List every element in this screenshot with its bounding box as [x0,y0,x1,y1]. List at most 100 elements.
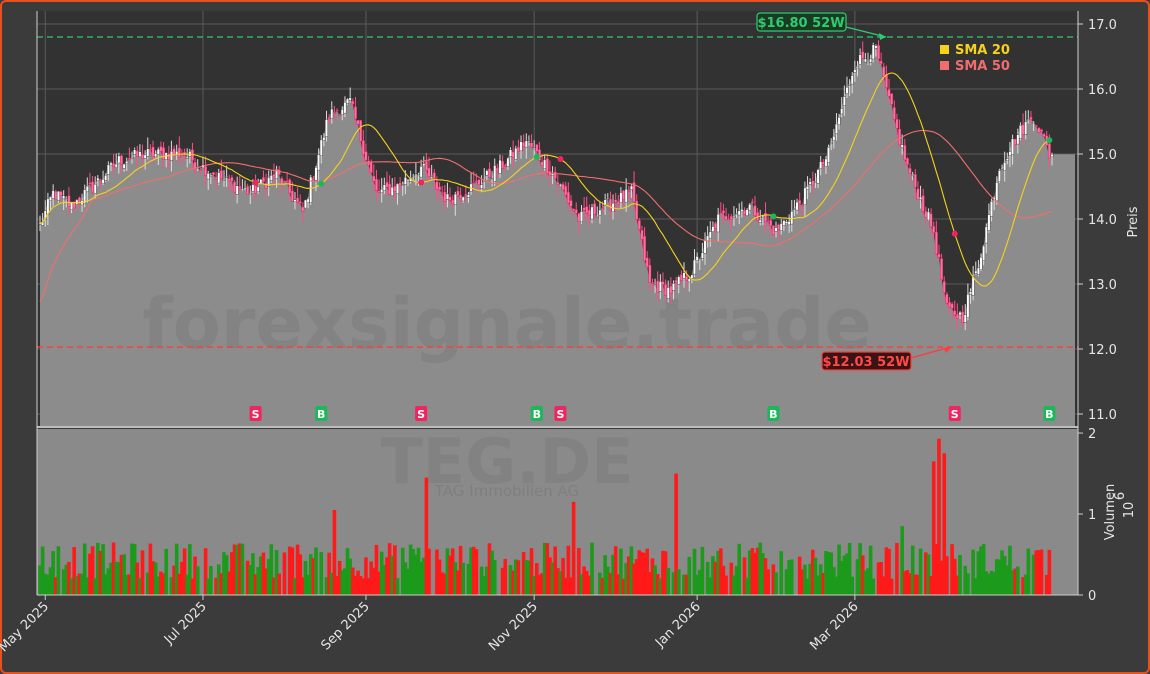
candle-body [572,208,576,212]
candle-body [375,178,378,191]
candle-body [85,185,89,193]
signal-label: S [417,408,425,421]
signal-marker [951,230,958,237]
candle-body [829,142,833,144]
candle-body [406,179,410,182]
candle-body [501,161,505,169]
candle-body [682,272,686,279]
candle-body [656,280,660,293]
signal-label: S [556,408,564,421]
candle-body [714,222,717,229]
candle-body [727,218,731,220]
volume-bar [945,556,949,595]
candle-body [222,179,226,181]
candle-body [49,196,52,201]
candle-body [861,51,865,59]
candle-body [488,168,491,178]
candle-body [811,180,815,186]
price-tick-label: 15.0 [1088,148,1117,163]
candle-body [824,158,828,167]
candle-body [616,201,620,205]
candle-body [448,196,452,201]
candle-body [435,181,439,190]
candle-body [1024,121,1028,135]
volume-bar [140,550,145,595]
signal-marker [557,155,564,162]
candle-body [495,167,499,172]
candle-body [840,108,844,115]
candle-body [559,184,562,187]
candle-body [698,258,702,260]
candle-body [687,278,691,283]
candle-body [984,226,988,244]
candle-body [530,142,533,148]
legend-label: SMA 20 [955,43,1010,58]
candle-body [114,163,118,168]
candle-body [127,157,131,160]
candle-body [304,199,307,209]
candle-body [674,280,678,283]
volume-bar [700,546,705,595]
candle-body [924,210,928,218]
candle-body [385,182,389,188]
signal-label: S [252,408,260,421]
candle-body [243,187,247,190]
candle-body [393,186,397,192]
volume-tick-label: 2 [1088,427,1096,442]
volume-bar [516,560,521,595]
volume-bar [571,501,576,595]
candle-body [377,190,381,193]
candle-body [159,146,163,152]
candle-body [485,170,489,176]
candle-body [88,182,92,185]
candle-body [280,178,284,185]
candle-body [369,162,373,173]
candle-body [517,146,520,152]
candle-body [57,191,60,201]
candle-body [566,191,570,204]
candle-body [750,201,754,204]
volume-bar [687,556,692,595]
volume-bar [779,551,784,595]
legend-label: SMA 50 [955,59,1010,74]
time-tick-label: Mar 2026 [807,599,861,653]
candle-body [382,184,386,191]
candle-body [390,186,394,196]
candle-body [117,155,121,164]
volume-bar [889,578,894,595]
candle-body [913,174,917,188]
candle-body [125,160,129,164]
volume-bar [676,569,681,595]
candle-body [167,153,171,161]
candle-body [109,162,113,166]
candle-body [269,175,273,181]
candle-body [679,274,683,281]
candle-body [214,177,218,180]
candle-body [346,98,349,104]
candle-body [62,195,66,200]
candle-body [648,264,652,283]
candle-body [524,140,528,148]
candle-body [1013,138,1017,145]
candle-body [777,224,781,230]
candle-body [858,54,862,65]
candle-body [832,135,836,141]
candle-body [227,178,231,182]
candle-body [446,193,449,200]
volume-bar [314,547,318,595]
volume-bar [766,569,770,595]
candle-body [388,183,391,195]
candle-body [624,188,628,203]
candle-body [314,167,318,181]
candle-body [301,206,305,212]
candle-body [93,184,97,194]
candle-body [459,194,462,199]
candle-body [104,175,108,181]
candle-body [477,179,481,185]
volume-bar [966,573,970,595]
candle-body [593,203,597,215]
candle-body [598,209,602,216]
candle-body [606,197,610,200]
volume-tick-label: 0 [1088,589,1096,604]
candle-body [414,173,418,175]
